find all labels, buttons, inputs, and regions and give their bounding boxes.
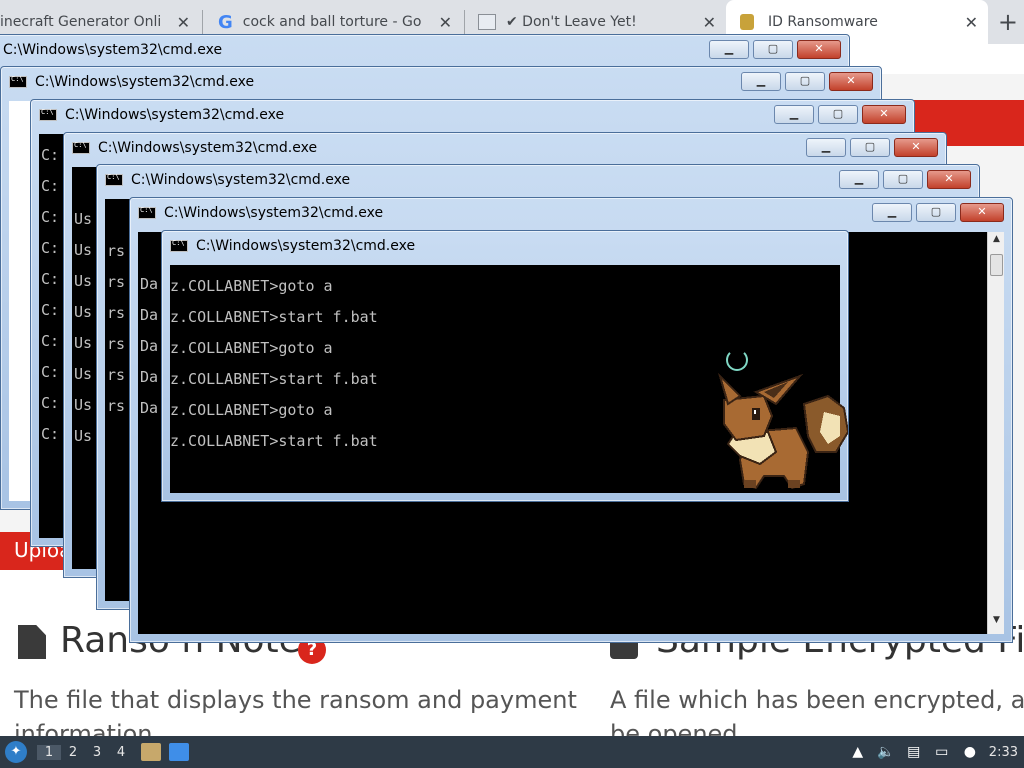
maximize-button[interactable]: ▢ — [753, 40, 793, 59]
tab-separator — [464, 10, 465, 34]
clock[interactable]: 2:33 — [989, 745, 1018, 760]
window-title: C:\Windows\system32\cmd.exe — [196, 238, 416, 254]
lock-icon — [740, 14, 754, 30]
workspace-1[interactable]: 1 — [37, 744, 61, 760]
new-tab-button[interactable]: + — [998, 8, 1018, 36]
busy-cursor-icon — [726, 349, 748, 371]
maximize-button[interactable]: ▢ — [916, 203, 956, 222]
console-icon — [72, 141, 90, 154]
close-icon[interactable]: ✕ — [439, 13, 452, 32]
minimize-button[interactable]: ▁ — [872, 203, 912, 222]
window-list-icon[interactable] — [169, 743, 189, 761]
workspace-2[interactable]: 2 — [61, 745, 85, 760]
scrollbar[interactable]: ▲▼ — [987, 232, 1004, 634]
tab-separator — [202, 10, 203, 34]
console-icon — [39, 108, 57, 121]
close-button[interactable]: ✕ — [862, 105, 906, 124]
minimize-button[interactable]: ▁ — [709, 40, 749, 59]
console-line: z.COLLABNET>start f.bat — [170, 432, 378, 450]
tab-title: ✔ Don't Leave Yet! — [506, 14, 637, 30]
console-icon — [9, 75, 27, 88]
tab-title: ID Ransomware — [768, 14, 878, 30]
tab-title: inecraft Generator Onli — [0, 14, 162, 30]
taskbar: ✦ 1 2 3 4 ▲ 🔈 ▤ ▭ ● 2:33 — [0, 736, 1024, 768]
start-menu-icon[interactable]: ✦ — [5, 741, 27, 763]
window-title: C:\Windows\system32\cmd.exe — [35, 74, 255, 90]
console-line: z.COLLABNET>start f.bat — [170, 370, 378, 388]
console-line: z.COLLABNET>goto a — [170, 339, 333, 357]
page-icon — [478, 14, 496, 30]
window-title: C:\Windows\system32\cmd.exe — [98, 140, 318, 156]
system-tray: ▲ 🔈 ▤ ▭ ● 2:33 — [849, 736, 1024, 768]
close-button[interactable]: ✕ — [960, 203, 1004, 222]
minimize-button[interactable]: ▁ — [774, 105, 814, 124]
workspace-3[interactable]: 3 — [85, 745, 109, 760]
close-icon[interactable]: ✕ — [965, 13, 978, 32]
console-line: z.COLLABNET>goto a — [170, 277, 333, 295]
scrollbar-thumb[interactable] — [990, 254, 1003, 276]
maximize-button[interactable]: ▢ — [818, 105, 858, 124]
window-title: C:\Windows\system32\cmd.exe — [65, 107, 285, 123]
ransom-note-description: The file that displays the ransom and pa… — [14, 686, 577, 714]
network-icon[interactable]: ▭ — [933, 743, 951, 761]
window-title: C:\Windows\system32\cmd.exe — [3, 42, 223, 58]
google-icon: G — [218, 11, 233, 33]
notification-icon[interactable]: ● — [961, 743, 979, 761]
workspace-4[interactable]: 4 — [109, 745, 133, 760]
console-icon — [105, 173, 123, 186]
close-button[interactable]: ✕ — [829, 72, 873, 91]
minimize-button[interactable]: ▁ — [839, 170, 879, 189]
close-button[interactable]: ✕ — [927, 170, 971, 189]
maximize-button[interactable]: ▢ — [785, 72, 825, 91]
minimize-button[interactable]: ▁ — [806, 138, 846, 157]
eevee-sprite — [717, 372, 848, 490]
window-title: C:\Windows\system32\cmd.exe — [164, 205, 384, 221]
volume-icon[interactable]: 🔈 — [877, 743, 895, 761]
maximize-button[interactable]: ▢ — [850, 138, 890, 157]
file-manager-icon[interactable] — [141, 743, 161, 761]
tab-title: cock and ball torture - Go — [242, 14, 422, 30]
console-line: z.COLLABNET>start f.bat — [170, 308, 378, 326]
console-line: z.COLLABNET>goto a — [170, 401, 333, 419]
window-title: C:\Windows\system32\cmd.exe — [131, 172, 351, 188]
upload-arrow-icon[interactable]: ▲ — [849, 743, 867, 761]
sample-file-description: A file which has been encrypted, ar — [610, 686, 1024, 714]
maximize-button[interactable]: ▢ — [883, 170, 923, 189]
minimize-button[interactable]: ▁ — [741, 72, 781, 91]
close-button[interactable]: ✕ — [797, 40, 841, 59]
clipboard-icon[interactable]: ▤ — [905, 743, 923, 761]
console-icon — [138, 206, 156, 219]
console-icon — [170, 239, 188, 252]
close-icon[interactable]: ✕ — [177, 13, 190, 32]
close-icon[interactable]: ✕ — [703, 13, 716, 32]
close-button[interactable]: ✕ — [894, 138, 938, 157]
